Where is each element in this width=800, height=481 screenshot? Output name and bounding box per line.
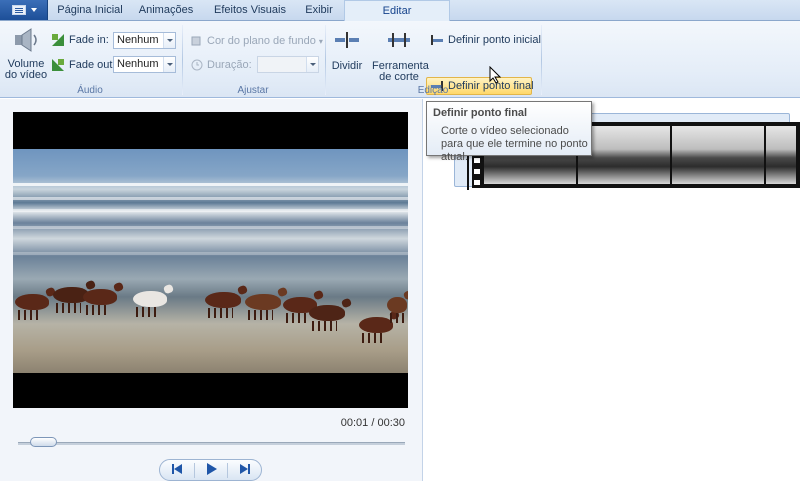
- fade-out-label: Fade out:: [69, 59, 116, 71]
- playback-time: 00:01 / 00:30: [340, 417, 405, 429]
- tab-animations[interactable]: Animações: [131, 0, 201, 21]
- fade-in-select[interactable]: Nenhum: [113, 32, 176, 49]
- horse: [359, 317, 393, 343]
- play-icon: [207, 463, 217, 475]
- previous-frame-icon: [172, 464, 182, 474]
- control-divider: [194, 463, 195, 478]
- video-volume-button[interactable]: Volume do vídeo: [4, 26, 48, 81]
- next-frame-icon: [240, 464, 250, 474]
- next-frame-button[interactable]: [229, 462, 259, 479]
- duration-select[interactable]: [257, 56, 319, 73]
- wave: [13, 197, 408, 200]
- duration-label: Duração:: [207, 59, 252, 71]
- mouse-cursor-icon: [489, 66, 501, 84]
- set-start-icon: [431, 35, 443, 45]
- playback-controls: [159, 459, 262, 481]
- fade-in-value: Nenhum: [117, 34, 159, 46]
- group-separator: [541, 25, 542, 95]
- video-volume-label-2: do vídeo: [4, 69, 48, 81]
- clip-thumbnail: [672, 126, 764, 184]
- chevron-down-icon: ▾: [318, 36, 323, 46]
- paint-bucket-icon: [191, 36, 201, 46]
- audio-group-label: Áudio: [77, 85, 103, 96]
- split-button[interactable]: Dividir: [329, 30, 365, 72]
- tab-visual-effects[interactable]: Efeitos Visuais: [204, 0, 296, 21]
- horse: [83, 289, 117, 315]
- chevron-down-icon[interactable]: [306, 57, 318, 72]
- tab-view[interactable]: Exibir: [298, 0, 340, 21]
- horse: [133, 291, 167, 317]
- trim-tool-button[interactable]: Ferramenta de corte: [372, 30, 429, 83]
- wave: [13, 209, 408, 212]
- duration-row: Duração:: [191, 56, 252, 74]
- split-icon: [335, 32, 359, 48]
- seek-thumb[interactable]: [29, 437, 57, 447]
- tooltip-title: Definir ponto final: [433, 107, 528, 119]
- play-button[interactable]: [196, 462, 226, 479]
- ribbon: Volume do vídeo Fade in: Nenhum Fade out…: [0, 21, 800, 98]
- chevron-down-icon[interactable]: [163, 57, 175, 72]
- chevron-down-icon[interactable]: [163, 33, 175, 48]
- set-start-point-button[interactable]: Definir ponto inicial: [430, 31, 541, 49]
- edit-group-label: Edição: [417, 85, 449, 96]
- horse: [15, 294, 49, 320]
- seek-bar[interactable]: [18, 442, 405, 445]
- fade-in-row: Fade in:: [51, 31, 109, 49]
- trim-icon: [388, 33, 410, 47]
- horse: [309, 305, 345, 331]
- tab-home[interactable]: Página Inicial: [50, 0, 130, 21]
- background-color-button[interactable]: Cor do plano de fundo ▾: [191, 32, 323, 50]
- video-frame-horses-on-beach: [13, 149, 408, 373]
- horse: [387, 297, 407, 323]
- fade-out-icon: [52, 59, 64, 71]
- tab-edit[interactable]: Editar: [344, 0, 450, 22]
- clock-icon: [191, 59, 203, 71]
- ribbon-tab-bar: Página Inicial Animações Efeitos Visuais…: [0, 0, 800, 22]
- clip-thumbnail: [766, 126, 796, 184]
- set-start-point-label: Definir ponto inicial: [448, 34, 541, 46]
- trim-tool-label-2: de corte: [379, 71, 419, 83]
- fade-in-icon: [52, 34, 64, 46]
- preview-pane: 00:01 / 00:30: [0, 99, 423, 481]
- horse: [245, 294, 281, 320]
- wave: [13, 226, 408, 229]
- previous-frame-button[interactable]: [163, 462, 193, 479]
- fade-in-label: Fade in:: [69, 34, 109, 46]
- fade-out-value: Nenhum: [117, 58, 159, 70]
- wave: [13, 252, 408, 255]
- file-menu-button[interactable]: [0, 0, 48, 20]
- speaker-icon: [15, 28, 37, 52]
- menu-icon: [12, 5, 26, 15]
- video-preview[interactable]: [13, 112, 408, 408]
- background-color-label: Cor do plano de fundo: [207, 35, 316, 47]
- wave: [13, 183, 408, 186]
- chevron-down-icon: [31, 8, 37, 12]
- adjust-group-label: Ajustar: [237, 85, 269, 96]
- fade-out-select[interactable]: Nenhum: [113, 56, 176, 73]
- fade-out-row: Fade out:: [51, 56, 115, 74]
- control-divider: [227, 463, 228, 478]
- tooltip-body: Corte o vídeo selecionado para que ele t…: [441, 125, 588, 163]
- split-label: Dividir: [331, 60, 363, 72]
- tooltip: Definir ponto final Corte o vídeo seleci…: [426, 101, 592, 163]
- horse: [205, 292, 241, 318]
